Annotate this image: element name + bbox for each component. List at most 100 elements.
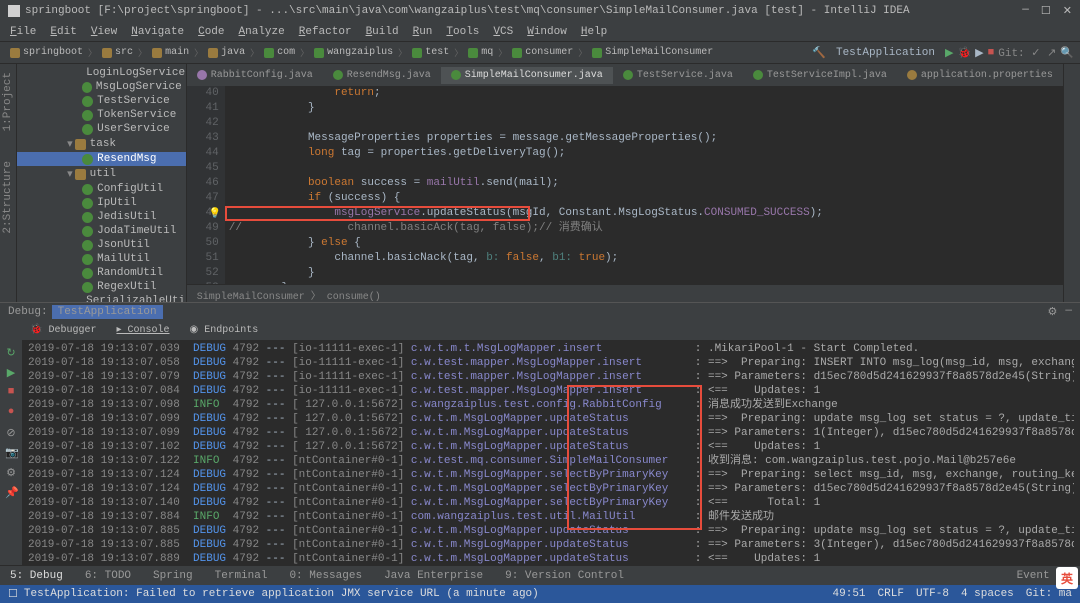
menu-view[interactable]: View — [85, 24, 123, 40]
editor-tab[interactable]: application.properties — [897, 67, 1063, 84]
stop-icon[interactable]: ■ — [5, 386, 17, 398]
breadcrumb[interactable]: com — [260, 45, 299, 60]
menu-analyze[interactable]: Analyze — [233, 24, 291, 40]
tree-node[interactable]: TestService — [17, 94, 186, 108]
editor-tab[interactable]: TestService.java — [613, 67, 743, 84]
toolwindow-tab[interactable]: 5: Debug — [4, 568, 69, 584]
maximize-icon[interactable]: ☐ — [1041, 4, 1051, 18]
structure-tab[interactable]: 2:Structure — [2, 161, 14, 234]
breadcrumb[interactable]: main — [148, 45, 193, 60]
menu-bar: FileEditViewNavigateCodeAnalyzeRefactorB… — [0, 22, 1080, 42]
menu-run[interactable]: Run — [407, 24, 439, 40]
tree-node[interactable]: ResendMsg — [17, 152, 186, 166]
tree-node[interactable]: ▾util — [17, 166, 186, 182]
breadcrumb[interactable]: test — [408, 45, 453, 60]
tree-node[interactable]: MsgLogService — [17, 80, 186, 94]
hide-icon[interactable]: — — [1065, 305, 1072, 319]
debug-console[interactable]: 2019-07-18 19:13:07.039 DEBUG 4792 --- [… — [22, 340, 1080, 565]
breakpoints-icon[interactable]: ● — [5, 406, 17, 418]
intention-bulb-icon[interactable]: 💡 — [209, 207, 221, 222]
tree-node[interactable]: MailUtil — [17, 252, 186, 266]
tree-node[interactable]: ▾task — [17, 136, 186, 152]
resume-icon[interactable]: ▶ — [5, 366, 17, 378]
debug-tab-console[interactable]: ▸ Console — [108, 321, 177, 339]
tree-node[interactable]: RandomUtil — [17, 266, 186, 280]
title-bar: springboot [F:\project\springboot] - ...… — [0, 0, 1080, 22]
tree-node[interactable]: SerializableUtil — [17, 294, 186, 302]
editor-tabs: RabbitConfig.javaResendMsg.javaSimpleMai… — [187, 64, 1063, 86]
toolwindow-tab[interactable]: Spring — [147, 568, 199, 584]
rerun-icon[interactable]: ↻ — [5, 346, 17, 358]
menu-build[interactable]: Build — [360, 24, 405, 40]
stop-icon[interactable]: ■ — [988, 47, 995, 59]
tree-node[interactable]: JsonUtil — [17, 238, 186, 252]
ime-indicator[interactable]: 英 — [1056, 567, 1078, 589]
toolwindow-tab[interactable]: 6: TODO — [79, 568, 137, 584]
git-label[interactable]: Git: ✓ ↗ — [998, 46, 1056, 60]
search-icon[interactable]: 🔍 — [1060, 46, 1074, 60]
breadcrumb[interactable]: mq — [464, 45, 497, 60]
debug-tab-endpoints[interactable]: ◉ Endpoints — [182, 321, 267, 339]
editor-tab[interactable]: RabbitConfig.java — [187, 67, 323, 84]
editor-tab[interactable]: ResendMsg.java — [323, 67, 441, 84]
breadcrumb[interactable]: consumer — [508, 45, 577, 60]
editor-tab[interactable]: SimpleMailConsumer.java — [441, 67, 613, 84]
minimize-icon[interactable]: — — [1022, 4, 1029, 18]
menu-refactor[interactable]: Refactor — [293, 24, 358, 40]
mute-icon[interactable]: ⊘ — [5, 426, 17, 438]
menu-file[interactable]: File — [4, 24, 42, 40]
settings-icon[interactable]: ⚙ — [5, 466, 17, 478]
tree-node[interactable]: UserService — [17, 122, 186, 136]
tree-node[interactable]: JedisUtil — [17, 210, 186, 224]
log-line: 2019-07-18 19:13:07.884 INFO 4792 --- [n… — [28, 510, 1074, 524]
log-line: 2019-07-18 19:13:07.058 DEBUG 4792 --- [… — [28, 356, 1074, 370]
debug-app[interactable]: TestApplication — [52, 305, 163, 319]
tree-node[interactable]: ConfigUtil — [17, 182, 186, 196]
window-title: springboot [F:\project\springboot] - ...… — [25, 5, 910, 17]
bottom-toolwindow-bar: 5: Debug 6: TODO Spring Terminal 0: Messages… — [0, 565, 1080, 585]
debug-header: Debug: TestApplication ⚙ — — [0, 302, 1080, 320]
debug-tab-debugger[interactable]: 🐞 Debugger — [22, 321, 104, 339]
build-icon[interactable]: 🔨 — [812, 46, 826, 60]
project-tab[interactable]: 1:Project — [2, 72, 14, 131]
log-line: 2019-07-18 19:13:07.099 DEBUG 4792 --- [… — [28, 412, 1074, 426]
tree-node[interactable]: IpUtil — [17, 196, 186, 210]
run-coverage-icon[interactable]: ▶ — [975, 46, 983, 60]
tree-node[interactable]: TokenService — [17, 108, 186, 122]
breadcrumb[interactable]: src — [98, 45, 137, 60]
run-icon[interactable]: ▶ — [945, 46, 953, 60]
breadcrumb[interactable]: java — [204, 45, 249, 60]
run-config[interactable]: TestApplication — [830, 47, 941, 59]
menu-tools[interactable]: Tools — [440, 24, 485, 40]
dump-icon[interactable]: 📷 — [5, 446, 17, 458]
menu-navigate[interactable]: Navigate — [125, 24, 190, 40]
tree-node[interactable]: LoginLogService — [17, 66, 186, 80]
status-icon[interactable]: ☐ — [8, 587, 18, 601]
menu-help[interactable]: Help — [575, 24, 613, 40]
close-icon[interactable]: ✕ — [1063, 4, 1072, 18]
debug-label: Debug: — [8, 306, 48, 318]
menu-window[interactable]: Window — [521, 24, 573, 40]
code-editor[interactable]: 4041424344454647484950515253 💡 return; }… — [187, 86, 1063, 284]
breadcrumb[interactable]: springboot — [6, 45, 87, 60]
editor-breadcrumb[interactable]: SimpleMailConsumer 〉 consume() — [187, 284, 1063, 302]
toolwindow-tab[interactable]: Terminal — [209, 568, 274, 584]
log-line: 2019-07-18 19:13:07.140 DEBUG 4792 --- [… — [28, 496, 1074, 510]
right-rail — [1063, 64, 1080, 302]
tree-node[interactable]: RegexUtil — [17, 280, 186, 294]
settings-icon[interactable]: ⚙ — [1048, 305, 1058, 319]
toolwindow-tab[interactable]: Java Enterprise — [378, 568, 489, 584]
menu-code[interactable]: Code — [192, 24, 230, 40]
toolwindow-tab[interactable]: 9: Version Control — [499, 568, 630, 584]
project-panel: LoginLogServiceMsgLogServiceTestServiceT… — [17, 64, 187, 302]
debug-icon[interactable]: 🐞 — [957, 46, 971, 60]
menu-edit[interactable]: Edit — [44, 24, 82, 40]
editor-tab[interactable]: TestServiceImpl.java — [743, 67, 897, 84]
menu-vcs[interactable]: VCS — [487, 24, 519, 40]
breadcrumb[interactable]: SimpleMailConsumer — [588, 45, 717, 60]
breadcrumb[interactable]: wangzaiplus — [310, 45, 397, 60]
tree-node[interactable]: JodaTimeUtil — [17, 224, 186, 238]
toolwindow-tab[interactable]: 0: Messages — [283, 568, 368, 584]
pin-icon[interactable]: 📌 — [5, 486, 17, 498]
debug-tabs: 🐞 Debugger▸ Console ◉ Endpoints — [0, 320, 1080, 340]
